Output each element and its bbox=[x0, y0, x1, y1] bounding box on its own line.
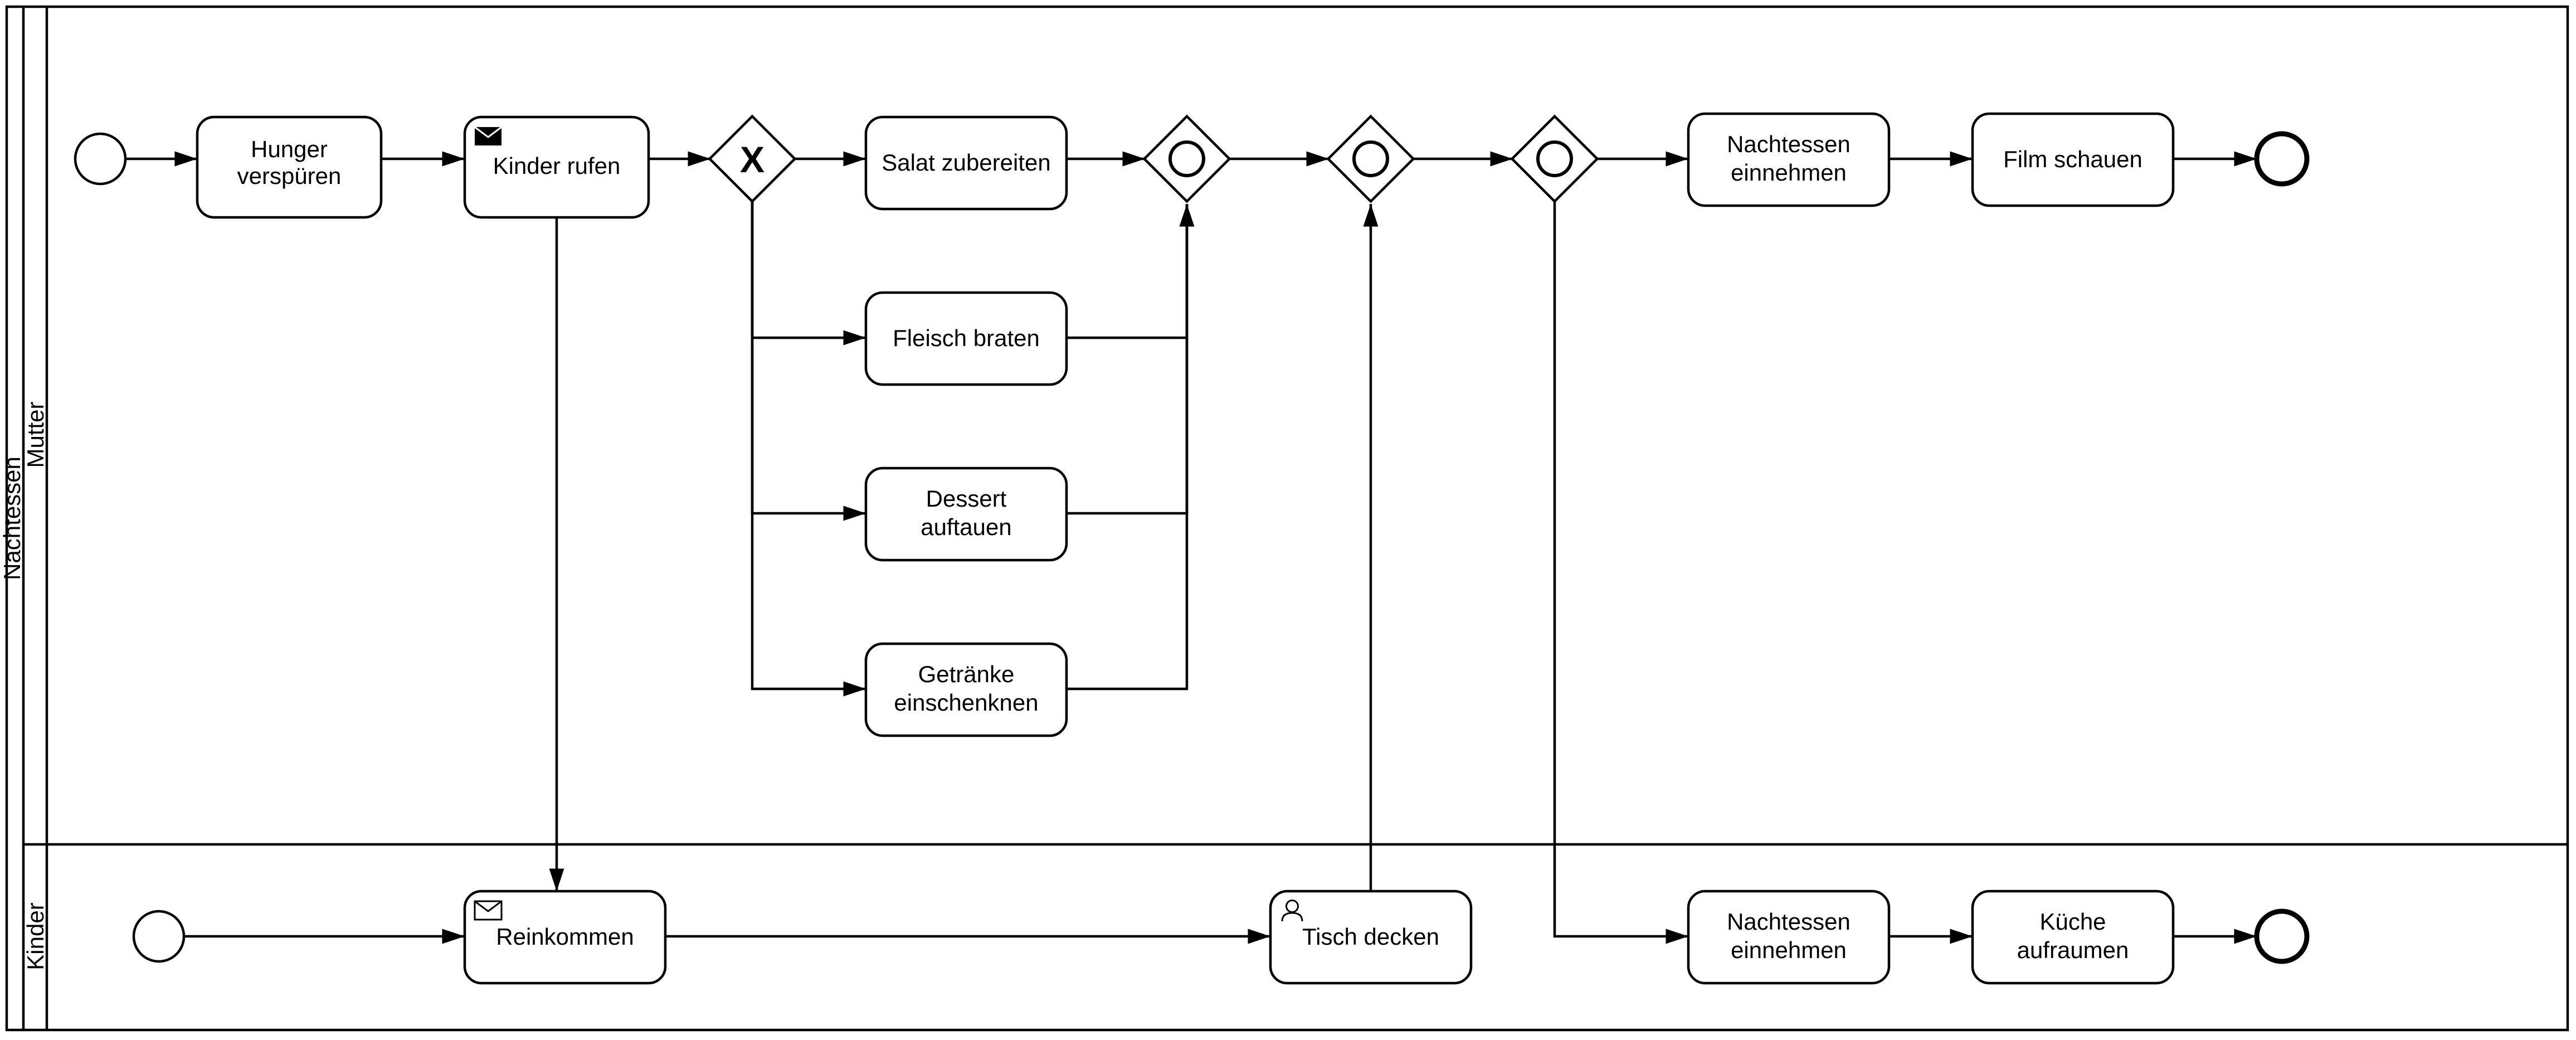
gateway-exclusive-marker: X bbox=[740, 139, 764, 180]
task-film: Film schauen bbox=[1973, 114, 2173, 206]
task-salat-label: Salat zubereiten bbox=[882, 149, 1051, 176]
pool-title: Nachtessen bbox=[0, 456, 25, 580]
task-kueche-label-1: Küche bbox=[2039, 908, 2106, 935]
pool bbox=[7, 7, 2568, 1030]
task-kueche-label-2: aufraumen bbox=[2017, 937, 2129, 963]
gateway-inclusive-1 bbox=[1145, 116, 1230, 202]
gateway-inclusive-2 bbox=[1328, 116, 1414, 202]
task-nachtessen-k-label-2: einnehmen bbox=[1731, 937, 1847, 963]
task-fleisch-label: Fleisch braten bbox=[893, 325, 1040, 351]
task-dessert: Dessert auftauen bbox=[866, 468, 1067, 560]
flows bbox=[125, 159, 2257, 936]
end-event-kinder bbox=[2257, 911, 2307, 961]
task-nachtessen-kinder: Nachtessen einnehmen bbox=[1688, 891, 1889, 983]
task-dessert-label-1: Dessert bbox=[926, 485, 1007, 512]
task-hunger-label-2: verspüren bbox=[237, 163, 342, 189]
task-fleisch: Fleisch braten bbox=[866, 293, 1067, 385]
task-hunger-label: Hunger bbox=[251, 136, 328, 162]
lane-title-kinder: Kinder bbox=[22, 902, 48, 970]
gateway-exclusive: X bbox=[710, 116, 795, 202]
task-kinder-rufen-label: Kinder rufen bbox=[493, 153, 621, 179]
task-getraenke: Getränke einschenknen bbox=[866, 644, 1067, 736]
task-salat: Salat zubereiten bbox=[866, 117, 1067, 209]
task-nachtessen-mutter: Nachtessen einnehmen bbox=[1688, 114, 1889, 206]
task-reinkommen-label: Reinkommen bbox=[496, 924, 634, 950]
task-reinkommen: Reinkommen bbox=[465, 891, 665, 983]
gateway-inclusive-3 bbox=[1512, 116, 1598, 202]
envelope-outline-icon bbox=[475, 901, 501, 920]
task-kinder-rufen: Kinder rufen bbox=[465, 117, 649, 217]
start-event-kinder bbox=[134, 911, 184, 961]
task-nachtessen-m-label-1: Nachtessen bbox=[1727, 131, 1851, 157]
start-event-mutter bbox=[75, 134, 125, 184]
bpmn-diagram: Nachtessen Mutter Kinder Hunger Kinder r… bbox=[0, 0, 2576, 1040]
envelope-filled-icon bbox=[475, 127, 501, 145]
task-getraenke-label-1: Getränke bbox=[918, 661, 1015, 687]
task-kueche: Küche aufraumen bbox=[1973, 891, 2173, 983]
task-nachtessen-m-label-2: einnehmen bbox=[1731, 159, 1847, 186]
task-dessert-label-2: auftauen bbox=[921, 514, 1012, 540]
end-event-mutter bbox=[2257, 134, 2307, 184]
task-film-label: Film schauen bbox=[2003, 146, 2142, 172]
task-tisch-label: Tisch decken bbox=[1302, 924, 1439, 950]
task-getraenke-label-2: einschenknen bbox=[894, 689, 1038, 716]
task-tisch: Tisch decken bbox=[1270, 891, 1471, 983]
task-nachtessen-k-label-1: Nachtessen bbox=[1727, 908, 1851, 935]
lane-title-mutter: Mutter bbox=[22, 401, 48, 468]
